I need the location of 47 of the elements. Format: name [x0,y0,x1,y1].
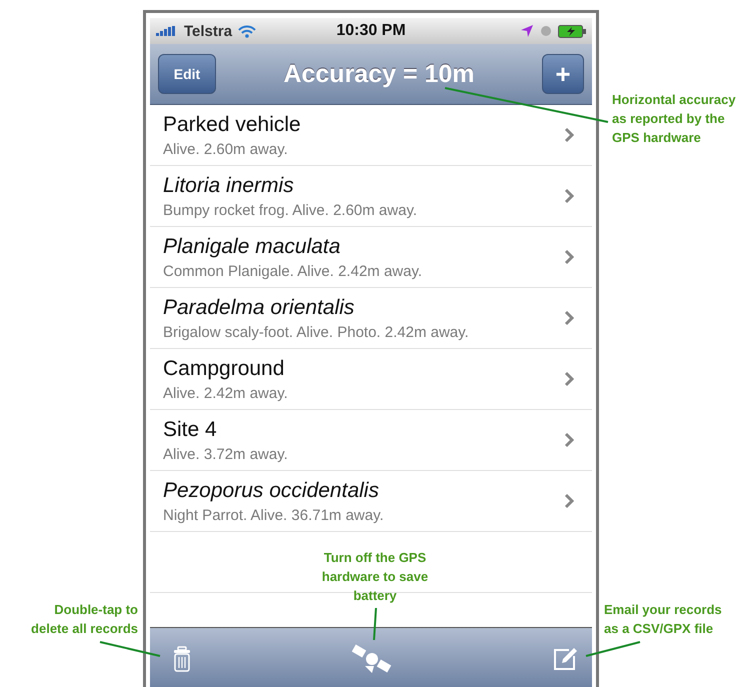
trash-icon[interactable] [172,646,192,672]
record-title: Campground [163,356,286,380]
record-title: Pezoporus occidentalis [163,478,380,502]
record-subtitle: Common Planigale. Alive. 2.42m away. [163,262,424,280]
location-icon [520,24,534,38]
wifi-icon [238,24,256,38]
record-title: Litoria inermis [163,174,295,198]
record-subtitle: Alive. 2.42m away. [163,384,289,402]
record-title: Parked vehicle [163,112,302,136]
annotation-text: Turn off the GPS hardware to save battery [320,549,430,605]
battery-icon [558,24,586,38]
edit-button[interactable]: Edit [158,54,216,94]
carrier-name: Telstra [184,22,232,40]
chevron-icon [564,310,574,326]
annotation-text: Double-tap to delete all records [30,601,138,638]
record-row[interactable]: Parked vehicle Alive. 2.60m away. [150,105,592,166]
annotation-text: Horizontal accuracy as reported by the GPS hardware [612,91,736,147]
chevron-icon [564,371,574,387]
chevron-icon [564,493,574,509]
record-title: Site 4 [163,418,218,442]
record-subtitle: Alive. 2.60m away. [163,140,289,158]
leader-line [98,640,162,658]
record-row[interactable]: Paradelma orientalis Brigalow scaly-foot. Alive. Photo. 2.42m away. [150,288,592,349]
leader-line [584,640,642,658]
compose-icon[interactable] [552,646,578,672]
record-title: Planigale maculata [163,234,342,258]
record-row[interactable]: Planigale maculata Common Planigale. Alive. 2.42m away. [150,227,592,288]
status-time: 10:30 PM [336,22,406,40]
record-row[interactable]: Pezoporus occidentalis Night Parrot. Alive. 36.71m away. [150,471,592,532]
accuracy-title: Accuracy = 10m [283,60,475,88]
chevron-icon [564,249,574,265]
annotation-text: Email your records as a CSV/GPX file [604,601,722,638]
signal-icon [156,26,178,36]
add-button[interactable]: + [542,54,584,94]
chevron-icon [564,188,574,204]
record-subtitle: Alive. 3.72m away. [163,446,289,462]
leader-line [372,606,378,642]
record-subtitle: Night Parrot. Alive. 36.71m away. [163,506,385,524]
record-row[interactable]: Campground Alive. 2.42m away. [150,349,592,410]
record-title: Paradelma orientalis [163,296,356,320]
chevron-icon [564,127,574,143]
record-subtitle: Brigalow scaly-foot. Alive. Photo. 2.42m away. [163,324,470,340]
record-subtitle: Bumpy rocket frog. Alive. 2.60m away. [163,202,418,218]
record-row[interactable]: Litoria inermis Bumpy rocket frog. Alive. 2.60m away. [150,166,592,227]
chevron-icon [564,432,574,448]
record-row[interactable]: Site 4 Alive. 3.72m away. [150,410,592,471]
satellite-icon[interactable] [352,644,392,674]
